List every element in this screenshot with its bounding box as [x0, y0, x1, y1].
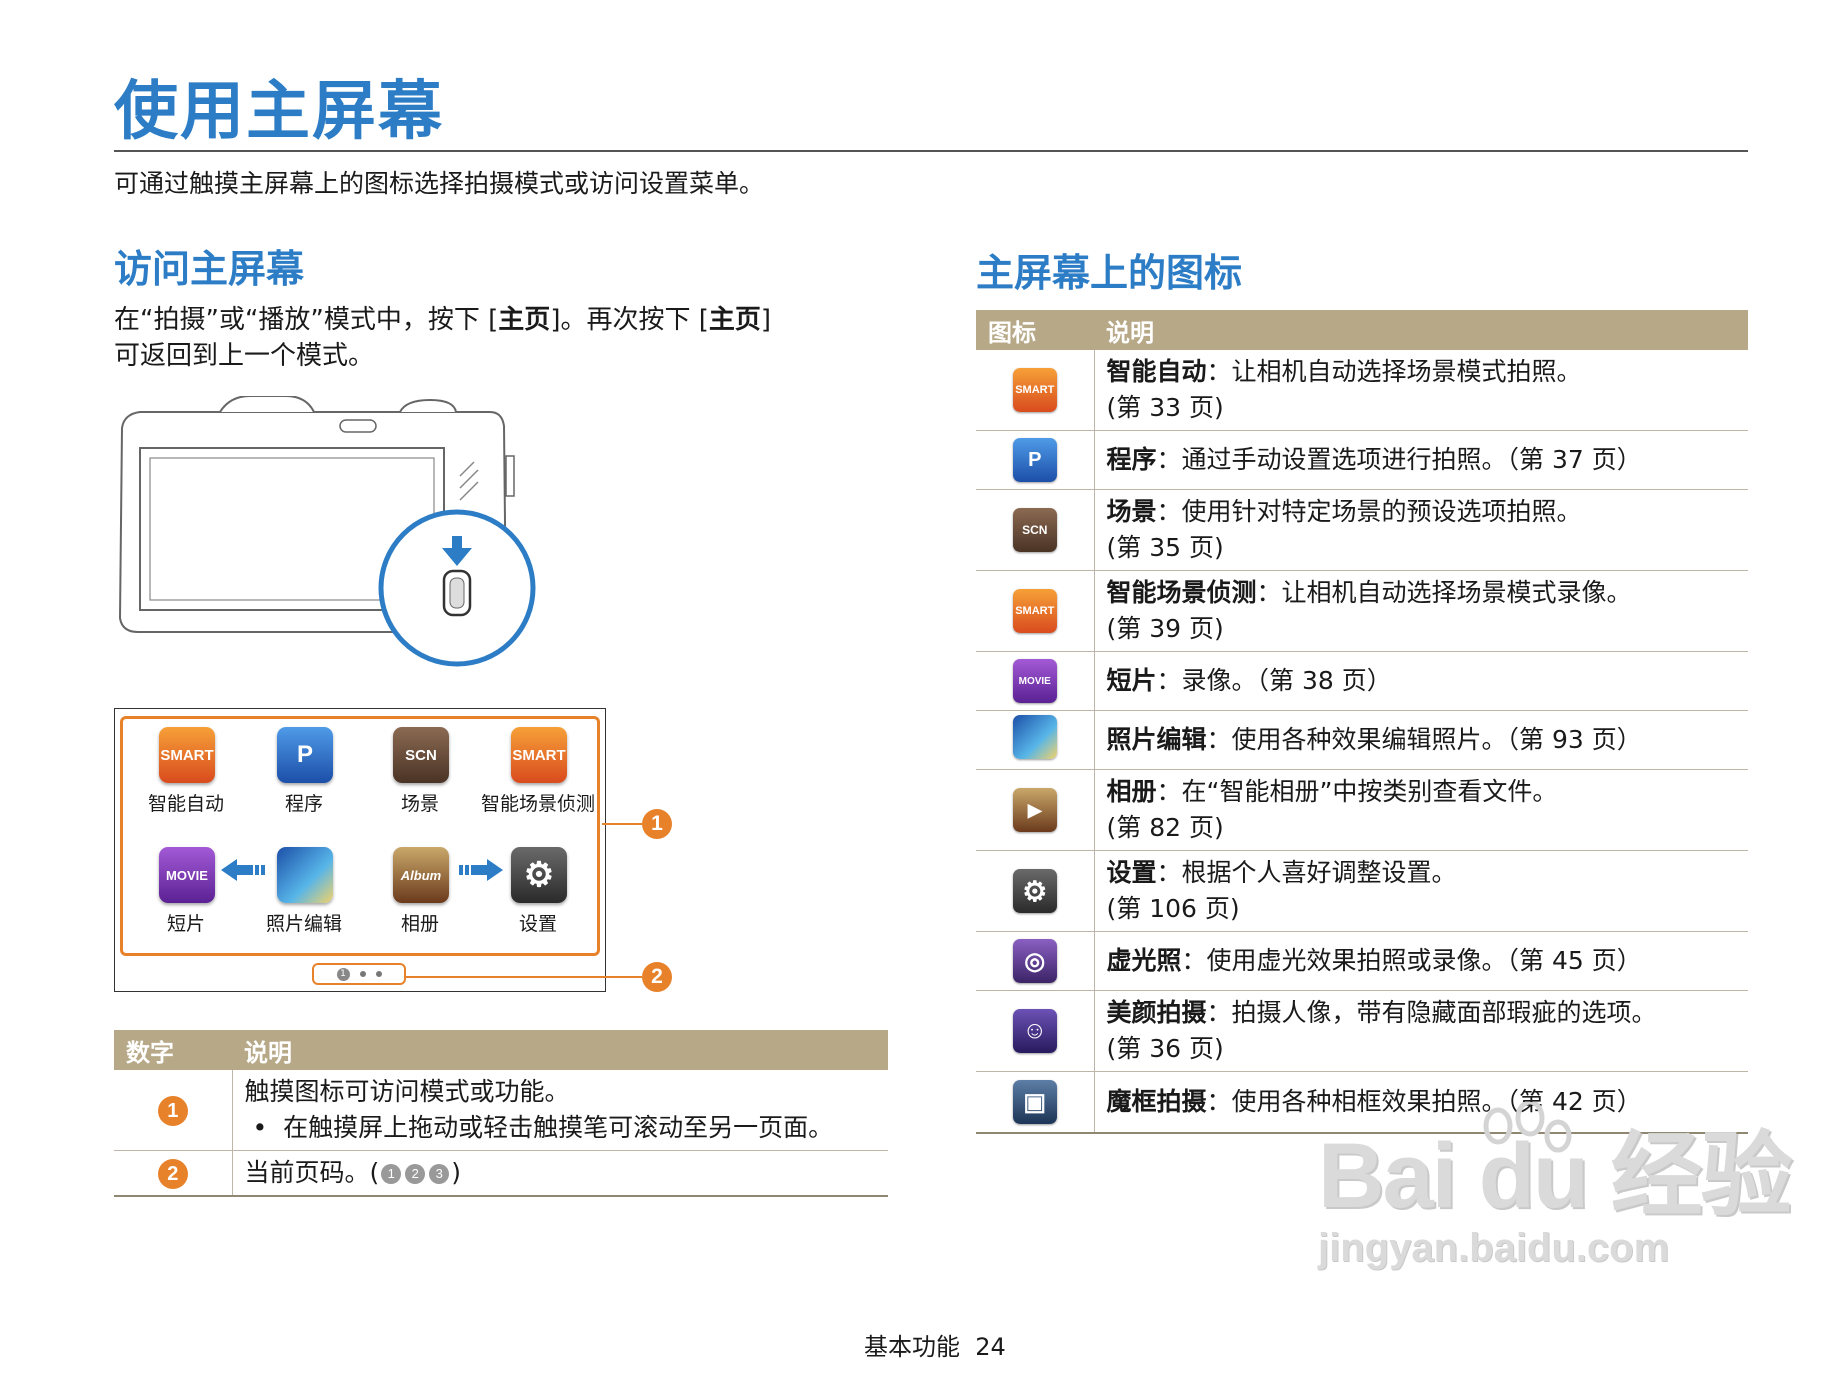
- table-row: SMART 智能场景侦测：让相机自动选择场景模式录像。 (第 39 页): [976, 570, 1748, 652]
- table-row: 2 当前页码。(1 2 3): [114, 1150, 888, 1197]
- page-number-2: 2: [405, 1164, 426, 1184]
- table-row: ⚙ 设置：根据个人喜好调整设置。 (第 106 页): [976, 850, 1748, 932]
- table-row: ☺ 美颜拍摄：拍摄人像，带有隐藏面部瑕疵的选项。 (第 36 页): [976, 990, 1748, 1072]
- baidu-watermark: Bai du 经验 jingyan.baidu.com: [1318, 1102, 1793, 1270]
- title-divider: [114, 150, 1748, 152]
- table-row: ▶ 相册：在“智能相册”中按类别查看文件。 (第 82 页): [976, 769, 1748, 851]
- home-label: 智能自动: [147, 793, 224, 815]
- smart-scene-detect-icon[interactable]: SMART: [511, 727, 567, 783]
- table-row: ◎ 虚光照：使用虚光效果拍照或录像。（第 45 页）: [976, 931, 1748, 991]
- home-label: 相册: [400, 913, 439, 935]
- drag-left-arrow-icon: [221, 859, 265, 881]
- table-row: MOVIE 短片：录像。（第 38 页）: [976, 651, 1748, 711]
- magic-frame-icon: ▣: [1012, 1080, 1057, 1124]
- table-row: 照片编辑：使用各种效果编辑照片。（第 93 页）: [976, 710, 1748, 770]
- callout-2: 2: [642, 962, 672, 992]
- photo-editor-icon[interactable]: [277, 847, 333, 903]
- scene-icon[interactable]: SCN: [393, 727, 449, 783]
- smart-auto-icon[interactable]: SMART: [159, 727, 215, 783]
- program-icon: P: [1012, 438, 1057, 482]
- camera-illustration: [118, 396, 536, 667]
- para-text: 在“拍摄”或“播放”模式中，按下 [: [114, 305, 499, 335]
- page-indicator: 1: [312, 963, 406, 985]
- home-label: 照片编辑: [265, 913, 342, 935]
- table-header: 说明: [232, 1030, 888, 1070]
- home-key-label: 主页: [498, 305, 551, 335]
- table-row: P 程序：通过手动设置选项进行拍照。（第 37 页）: [976, 430, 1748, 490]
- home-key-label: 主页: [708, 305, 761, 335]
- para-text: 可返回到上一个模式。: [114, 341, 375, 371]
- home-icons-table: 图标 说明 SMART 智能自动：让相机自动选择场景模式拍照。 (第 33 页) …: [976, 310, 1748, 1134]
- row-bullet: • 在触摸屏上拖动或轻击触摸笔可滚动至另一页面。: [244, 1113, 834, 1142]
- page-subtitle: 可通过触摸主屏幕上的图标选择拍摄模式或访问设置菜单。: [114, 169, 765, 198]
- dual-is-icon: ◎: [1012, 939, 1057, 983]
- page-number-3: 3: [429, 1164, 450, 1184]
- current-page-dot: 1: [336, 967, 350, 981]
- photo-editor-icon: [1012, 715, 1057, 759]
- movie-icon[interactable]: MOVIE: [159, 847, 215, 903]
- home-label: 智能场景侦测: [480, 793, 595, 815]
- table-row: ▣ 魔框拍摄：使用各种相框效果拍照。（第 42 页）: [976, 1071, 1748, 1134]
- home-label: 短片: [166, 913, 205, 935]
- table-header: 说明: [1094, 310, 1748, 350]
- page-dot: [375, 971, 382, 977]
- section-heading-access: 访问主屏幕: [114, 247, 305, 291]
- para-text: ]。再次按下 [: [550, 305, 709, 335]
- beauty-shot-icon: ☺: [1012, 1009, 1057, 1053]
- page-footer: 基本功能 24: [864, 1333, 1006, 1361]
- paw-logo-icon: [1483, 1102, 1572, 1153]
- page-title: 使用主屏幕: [114, 75, 444, 149]
- album-icon: ▶: [1012, 788, 1057, 832]
- callout-number: 2: [157, 1159, 188, 1190]
- table-row: SCN 场景：使用针对特定场景的预设选项拍照。 (第 35 页): [976, 489, 1748, 571]
- para-text: ]: [760, 305, 772, 335]
- album-icon[interactable]: Album: [393, 847, 449, 903]
- callout-number: 1: [157, 1096, 188, 1127]
- table-row: SMART 智能自动：让相机自动选择场景模式拍照。 (第 33 页): [976, 350, 1748, 431]
- watermark-url: jingyan.baidu.com: [1318, 1226, 1670, 1270]
- home-label: 设置: [518, 913, 557, 935]
- callout-leader: [602, 823, 642, 825]
- callout-leader: [406, 976, 642, 978]
- table-row: 1 触摸图标可访问模式或功能。 • 在触摸屏上拖动或轻击触摸笔可滚动至另一页面。: [114, 1070, 888, 1151]
- row-description: 触摸图标可访问模式或功能。: [244, 1077, 570, 1106]
- movie-icon: MOVIE: [1012, 659, 1057, 703]
- scene-icon: SCN: [1012, 508, 1057, 552]
- program-icon[interactable]: P: [277, 727, 333, 783]
- table-header: 图标: [976, 310, 1094, 350]
- home-label: 程序: [284, 793, 323, 815]
- access-instructions: 在“拍摄”或“播放”模式中，按下 [主页]。再次按下 [主页] 可返回到上一个模…: [114, 302, 874, 374]
- table-header: 数字: [114, 1030, 232, 1070]
- smart-auto-icon: SMART: [1012, 368, 1057, 412]
- callout-table: 数字 说明 1 触摸图标可访问模式或功能。 • 在触摸屏上拖动或轻击触摸笔可滚动…: [114, 1030, 888, 1197]
- home-icon-grid: SMART 智能自动 P 程序 SCN 场景 SMART 智能场景侦测 MOVI…: [120, 716, 600, 956]
- settings-icon: ⚙: [1012, 869, 1057, 913]
- drag-right-arrow-icon: [459, 859, 503, 881]
- smart-scene-detect-icon: SMART: [1012, 589, 1057, 633]
- section-heading-icons: 主屏幕上的图标: [976, 251, 1243, 295]
- page-number-1: 1: [381, 1164, 402, 1184]
- settings-icon[interactable]: ⚙: [511, 847, 567, 903]
- page-dot: [359, 971, 366, 977]
- callout-1: 1: [642, 809, 672, 839]
- row-description: 当前页码。(1 2 3): [232, 1150, 888, 1197]
- home-label: 场景: [400, 793, 439, 815]
